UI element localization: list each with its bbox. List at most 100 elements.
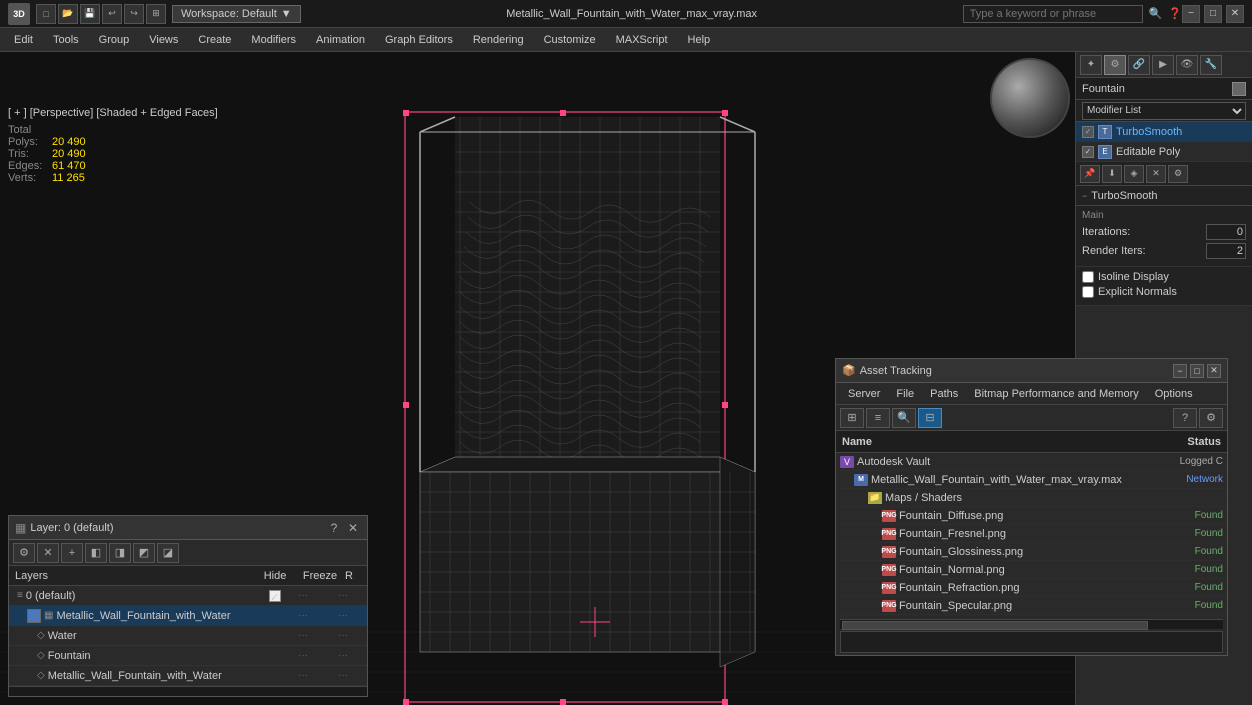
- at-maximize-btn[interactable]: □: [1190, 364, 1204, 378]
- at-row-glossiness[interactable]: PNG Fountain_Glossiness.png Found: [836, 543, 1227, 561]
- at-row-fresnel[interactable]: PNG Fountain_Fresnel.png Found: [836, 525, 1227, 543]
- modify-icon[interactable]: ⚙: [1104, 55, 1126, 75]
- save-btn[interactable]: 💾: [80, 4, 100, 24]
- diffuse-name: Fountain_Diffuse.png: [899, 510, 1143, 522]
- at-settings-btn[interactable]: ⚙: [1199, 408, 1223, 428]
- layer-btn6[interactable]: ◩: [133, 543, 155, 563]
- explicit-normals-checkbox[interactable]: [1082, 286, 1094, 298]
- minimize-button[interactable]: −: [1182, 5, 1200, 23]
- menu-maxscript[interactable]: MAXScript: [606, 32, 678, 48]
- menu-modifiers[interactable]: Modifiers: [241, 32, 306, 48]
- layer-delete-btn[interactable]: ✕: [37, 543, 59, 563]
- menu-views[interactable]: Views: [139, 32, 188, 48]
- layer-settings-btn[interactable]: ⚙: [13, 543, 35, 563]
- redo-btn[interactable]: ↪: [124, 4, 144, 24]
- at-menu-server[interactable]: Server: [840, 386, 888, 402]
- at-row-maps-folder[interactable]: 📁 Maps / Shaders: [836, 489, 1227, 507]
- vault-name: Autodesk Vault: [857, 456, 1143, 468]
- modifier-list-header[interactable]: Modifier List: [1076, 100, 1252, 122]
- layer-scrollbar[interactable]: [9, 686, 367, 696]
- at-menu-bitmap-perf[interactable]: Bitmap Performance and Memory: [966, 386, 1146, 402]
- create-icon[interactable]: ✦: [1080, 55, 1102, 75]
- ref-btn[interactable]: ⊞: [146, 4, 166, 24]
- at-row-diffuse[interactable]: PNG Fountain_Diffuse.png Found: [836, 507, 1227, 525]
- menu-group[interactable]: Group: [89, 32, 140, 48]
- layer-close-btn[interactable]: ✕: [345, 520, 361, 536]
- at-expand-btn[interactable]: ⊞: [840, 408, 864, 428]
- diffuse-status: Found: [1143, 510, 1223, 521]
- layer-row-fountain-group[interactable]: ▦ Metallic_Wall_Fountain_with_Water ··· …: [9, 606, 367, 626]
- at-list-btn[interactable]: ≡: [866, 408, 890, 428]
- editablepoly-check[interactable]: ✓: [1082, 146, 1094, 158]
- maximize-button[interactable]: □: [1204, 5, 1222, 23]
- menu-graph-editors[interactable]: Graph Editors: [375, 32, 463, 48]
- utilities-icon[interactable]: 🔧: [1200, 55, 1222, 75]
- layer-btn4[interactable]: ◧: [85, 543, 107, 563]
- layer-row-wall-item[interactable]: ◇ Metallic_Wall_Fountain_with_Water ··· …: [9, 666, 367, 686]
- at-menu-file[interactable]: File: [888, 386, 922, 402]
- undo-btn[interactable]: ↩: [102, 4, 122, 24]
- at-close-btn[interactable]: ✕: [1207, 364, 1221, 378]
- make-unique-btn[interactable]: ◈: [1124, 165, 1144, 183]
- layer-row-water[interactable]: ◇ Water ··· ···: [9, 626, 367, 646]
- object-name-row: Fountain: [1076, 78, 1252, 100]
- modifier-turbosmooth[interactable]: ✓ T TurboSmooth: [1076, 122, 1252, 142]
- layer-help-btn[interactable]: ?: [326, 520, 342, 536]
- at-row-specular[interactable]: PNG Fountain_Specular.png Found: [836, 597, 1227, 615]
- pin-stack-btn[interactable]: 📌: [1080, 165, 1100, 183]
- at-icon: 📦: [842, 364, 856, 377]
- layer-btn7[interactable]: ◪: [157, 543, 179, 563]
- configure-btn[interactable]: ⚙: [1168, 165, 1188, 183]
- search-input[interactable]: [963, 5, 1143, 23]
- menu-tools[interactable]: Tools: [43, 32, 89, 48]
- remove-modifier-btn[interactable]: ✕: [1146, 165, 1166, 183]
- menu-help[interactable]: Help: [678, 32, 721, 48]
- menu-create[interactable]: Create: [188, 32, 241, 48]
- at-menu-options[interactable]: Options: [1147, 386, 1201, 402]
- modifier-list-dropdown[interactable]: Modifier List: [1082, 102, 1246, 120]
- titlebar: 3D □ 📂 💾 ↩ ↪ ⊞ Workspace: Default ▼ Meta…: [0, 0, 1252, 28]
- modifier-toolbar: 📌 ⬇ ◈ ✕ ⚙: [1076, 162, 1252, 186]
- menu-customize[interactable]: Customize: [534, 32, 606, 48]
- menu-rendering[interactable]: Rendering: [463, 32, 534, 48]
- search-icon[interactable]: 🔍: [1149, 7, 1163, 20]
- isoline-checkbox[interactable]: [1082, 271, 1094, 283]
- specular-name: Fountain_Specular.png: [899, 600, 1143, 612]
- layer-add-btn[interactable]: +: [61, 543, 83, 563]
- default-layer-check[interactable]: ✓: [269, 590, 281, 602]
- help-icon[interactable]: ❓: [1168, 7, 1182, 20]
- modifier-editable-poly[interactable]: ✓ E Editable Poly: [1076, 142, 1252, 162]
- menu-animation[interactable]: Animation: [306, 32, 375, 48]
- render-iters-input[interactable]: [1206, 243, 1246, 259]
- at-input-bar[interactable]: [840, 631, 1223, 653]
- layer-row-default[interactable]: ≡ 0 (default) ✓ ··· ···: [9, 586, 367, 606]
- show-end-btn[interactable]: ⬇: [1102, 165, 1122, 183]
- menu-edit[interactable]: Edit: [4, 32, 43, 48]
- hierarchy-icon[interactable]: 🔗: [1128, 55, 1150, 75]
- iterations-input[interactable]: [1206, 224, 1246, 240]
- layer-row-fountain-item[interactable]: ◇ Fountain ··· ···: [9, 646, 367, 666]
- at-menu-paths[interactable]: Paths: [922, 386, 966, 402]
- at-row-vault[interactable]: V Autodesk Vault Logged C: [836, 453, 1227, 471]
- at-row-refraction[interactable]: PNG Fountain_Refraction.png Found: [836, 579, 1227, 597]
- layer-btn5[interactable]: ◨: [109, 543, 131, 563]
- at-row-normal[interactable]: PNG Fountain_Normal.png Found: [836, 561, 1227, 579]
- max-file-status: Network: [1143, 474, 1223, 485]
- group-layer-icon: ▦: [44, 610, 53, 621]
- refraction-png-icon: PNG: [882, 582, 896, 594]
- close-button[interactable]: ✕: [1226, 5, 1244, 23]
- workspace-dropdown[interactable]: Workspace: Default ▼: [172, 5, 301, 23]
- turbosmooth-check[interactable]: ✓: [1082, 126, 1094, 138]
- display-icon[interactable]: 👁: [1176, 55, 1198, 75]
- motion-icon[interactable]: ▶: [1152, 55, 1174, 75]
- at-grid-btn[interactable]: ⊟: [918, 408, 942, 428]
- at-row-max-file[interactable]: M Metallic_Wall_Fountain_with_Water_max_…: [836, 471, 1227, 489]
- at-scrollbar-h[interactable]: [840, 619, 1223, 629]
- at-help-btn[interactable]: ?: [1173, 408, 1197, 428]
- collapse-btn[interactable]: −: [1082, 191, 1087, 201]
- open-btn[interactable]: 📂: [58, 4, 78, 24]
- at-minimize-btn[interactable]: −: [1173, 364, 1187, 378]
- object-color-swatch[interactable]: [1232, 82, 1246, 96]
- at-filter-btn[interactable]: 🔍: [892, 408, 916, 428]
- new-btn[interactable]: □: [36, 4, 56, 24]
